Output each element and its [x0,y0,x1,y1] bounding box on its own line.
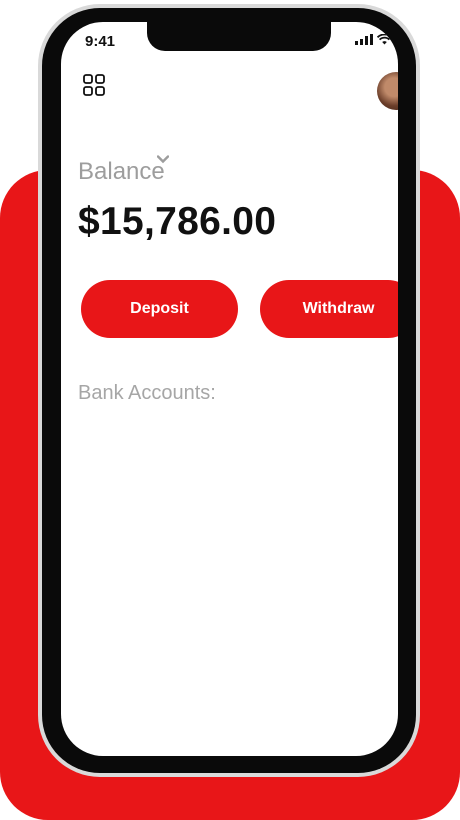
deposit-button[interactable]: Deposit [81,280,238,338]
balance-amount: $15,786.00 [78,200,277,243]
wifi-icon [377,34,392,45]
chevron-down-icon[interactable] [157,155,169,164]
status-time: 9:41 [85,33,116,50]
avatar[interactable] [377,72,398,110]
signal-icon [355,34,373,45]
withdraw-button[interactable]: Withdraw [260,280,398,338]
bank-accounts-heading: Bank Accounts: [78,382,216,404]
grid-menu-icon[interactable] [83,74,105,96]
phone-notch [147,22,331,51]
balance-label: Balance [78,158,165,185]
status-icons [355,34,392,45]
app-screen: 9:41 Balance $15,786.00 Deposit Withdraw… [61,22,398,756]
